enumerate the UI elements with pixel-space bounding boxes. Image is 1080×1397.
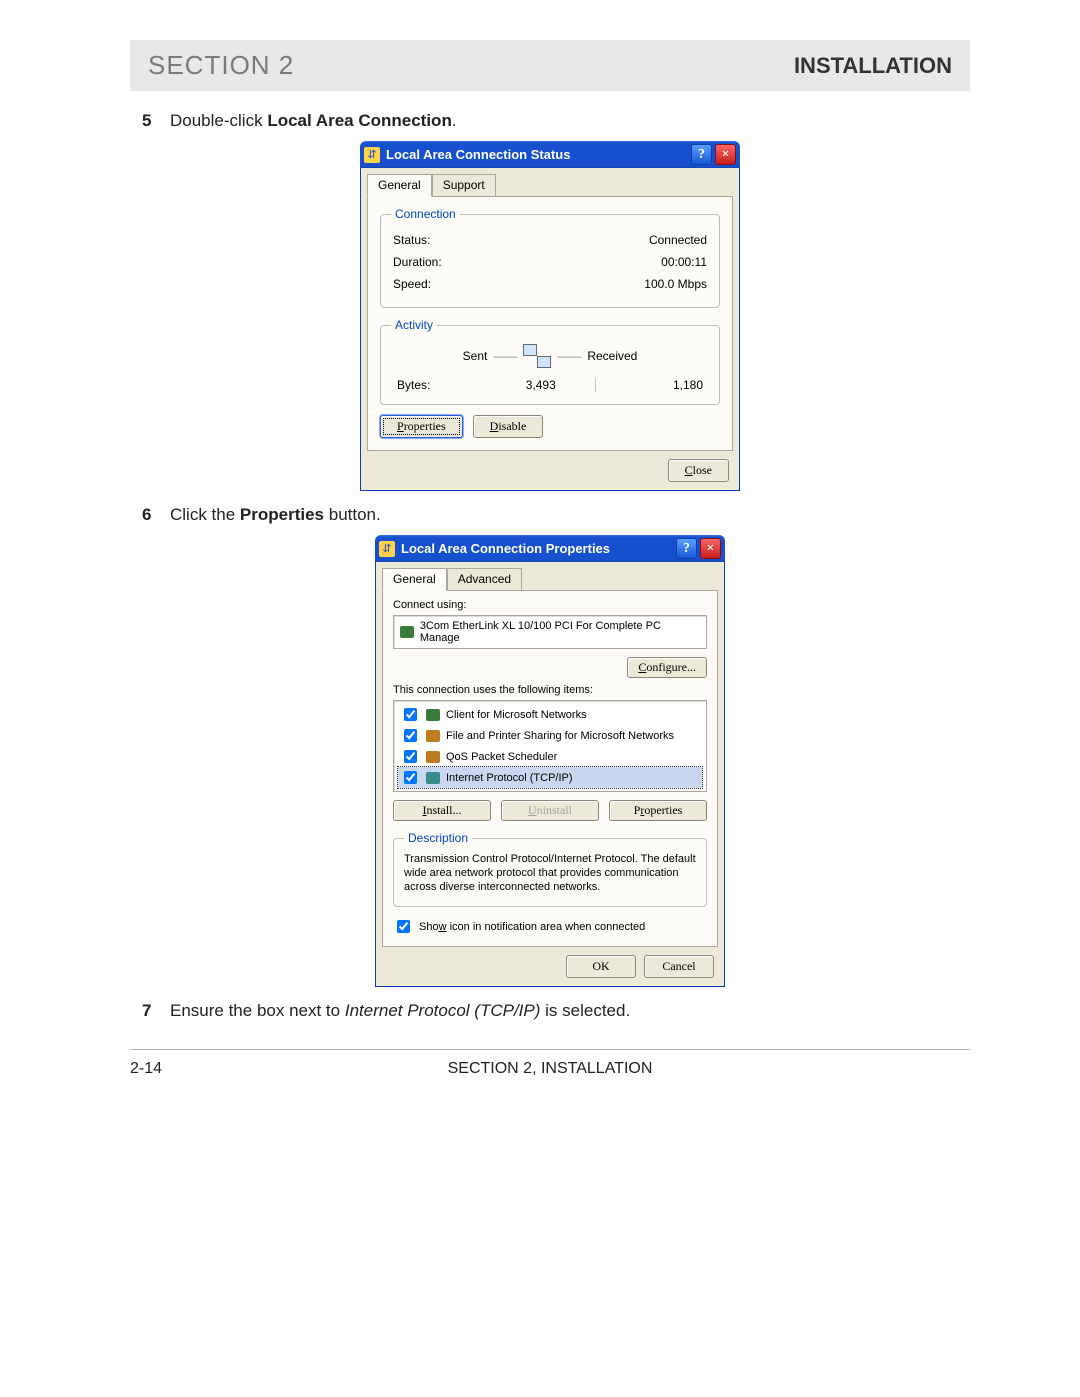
ok-button[interactable]: OK: [566, 955, 636, 978]
sent-label: Sent: [463, 349, 488, 363]
item-checkbox[interactable]: [404, 750, 417, 763]
configure-button[interactable]: Configure...: [627, 657, 707, 678]
item-properties-button[interactable]: Properties: [609, 800, 707, 821]
description-text: Transmission Control Protocol/Internet P…: [404, 853, 696, 894]
cancel-button[interactable]: Cancel: [644, 955, 714, 978]
list-item-selected[interactable]: Internet Protocol (TCP/IP): [398, 767, 702, 788]
page-number: 2-14: [130, 1060, 250, 1078]
properties-button[interactable]: PPropertiesroperties: [380, 415, 463, 438]
activity-legend: Activity: [391, 318, 437, 332]
tab-advanced[interactable]: Advanced: [447, 568, 522, 590]
section-left: SECTION 2: [148, 50, 294, 81]
show-icon-checkbox[interactable]: [397, 920, 410, 933]
tcpip-icon: [426, 772, 440, 784]
help-button[interactable]: ?: [691, 144, 712, 165]
install-button[interactable]: Install...: [393, 800, 491, 821]
description-legend: Description: [404, 831, 472, 845]
bytes-label: Bytes:: [397, 378, 487, 392]
show-icon-row[interactable]: Show icon in notification area when conn…: [393, 917, 707, 936]
tab-support[interactable]: Support: [432, 174, 496, 196]
duration-value: 00:00:11: [661, 255, 707, 269]
dialog-title: Local Area Connection Properties: [401, 541, 673, 556]
tab-general[interactable]: General: [382, 568, 447, 591]
section-header: SECTION 2 INSTALLATION: [130, 40, 970, 91]
tabstrip: General Support: [367, 174, 733, 197]
duration-label: Duration:: [393, 255, 442, 269]
item-checkbox[interactable]: [404, 771, 417, 784]
footer-center: SECTION 2, INSTALLATION: [250, 1060, 850, 1078]
status-value: Connected: [649, 233, 707, 247]
step-6: 6 Click the Properties button.: [142, 505, 970, 525]
client-icon: [426, 709, 440, 721]
connection-legend: Connection: [391, 207, 460, 221]
close-icon[interactable]: ×: [700, 538, 721, 559]
step-number: 5: [142, 111, 170, 131]
step-number: 6: [142, 505, 170, 525]
disable-button[interactable]: Disable: [473, 415, 544, 438]
help-button[interactable]: ?: [676, 538, 697, 559]
step-text: Double-click Local Area Connection.: [170, 111, 970, 131]
bytes-sent: 3,493: [487, 378, 596, 392]
section-right: INSTALLATION: [794, 53, 952, 79]
step-number: 7: [142, 1001, 170, 1021]
share-icon: [426, 730, 440, 742]
status-label: Status:: [393, 233, 430, 247]
activity-group: Activity Sent —— —— Received Bytes: 3,49…: [380, 318, 720, 405]
nic-icon: [400, 626, 414, 638]
speed-value: 100.0 Mbps: [644, 277, 707, 291]
titlebar[interactable]: ⇵ Local Area Connection Properties ? ×: [375, 535, 725, 562]
item-checkbox[interactable]: [404, 708, 417, 721]
items-listbox[interactable]: Client for Microsoft Networks File and P…: [393, 700, 707, 792]
connection-status-dialog: ⇵ Local Area Connection Status ? × Gener…: [360, 141, 740, 491]
list-item[interactable]: File and Printer Sharing for Microsoft N…: [398, 725, 702, 746]
step-text: Ensure the box next to Internet Protocol…: [170, 1001, 970, 1021]
page-footer: 2-14 SECTION 2, INSTALLATION: [130, 1060, 970, 1078]
dash-icon: ——: [557, 349, 581, 363]
connection-icon: ⇵: [379, 541, 395, 557]
bytes-received: 1,180: [596, 378, 704, 392]
network-traffic-icon: [523, 344, 551, 368]
qos-icon: [426, 751, 440, 763]
item-checkbox[interactable]: [404, 729, 417, 742]
footer-rule: [130, 1049, 970, 1050]
step-7: 7 Ensure the box next to Internet Protoc…: [142, 1001, 970, 1021]
close-button[interactable]: Close: [668, 459, 729, 482]
items-label: This connection uses the following items…: [393, 684, 707, 696]
connection-group: Connection Status: Connected Duration: 00:…: [380, 207, 720, 308]
description-group: Description Transmission Control Protoco…: [393, 831, 707, 907]
connection-properties-dialog: ⇵ Local Area Connection Properties ? × G…: [375, 535, 725, 987]
uninstall-button[interactable]: Uninstall: [501, 800, 599, 821]
tabstrip: General Advanced: [382, 568, 718, 591]
adapter-field: 3Com EtherLink XL 10/100 PCI For Complet…: [393, 615, 707, 649]
tab-general[interactable]: General: [367, 174, 432, 197]
speed-label: Speed:: [393, 277, 431, 291]
step-5: 5 Double-click Local Area Connection.: [142, 111, 970, 131]
close-icon[interactable]: ×: [715, 144, 736, 165]
list-item[interactable]: QoS Packet Scheduler: [398, 746, 702, 767]
step-text: Click the Properties button.: [170, 505, 970, 525]
received-label: Received: [587, 349, 637, 363]
connect-using-label: Connect using:: [393, 599, 707, 611]
connection-icon: ⇵: [364, 147, 380, 163]
adapter-name: 3Com EtherLink XL 10/100 PCI For Complet…: [420, 620, 700, 644]
list-item[interactable]: Client for Microsoft Networks: [398, 704, 702, 725]
show-icon-label: Show icon in notification area when conn…: [419, 921, 645, 933]
titlebar[interactable]: ⇵ Local Area Connection Status ? ×: [360, 141, 740, 168]
dash-icon: ——: [493, 349, 517, 363]
dialog-title: Local Area Connection Status: [386, 147, 688, 162]
